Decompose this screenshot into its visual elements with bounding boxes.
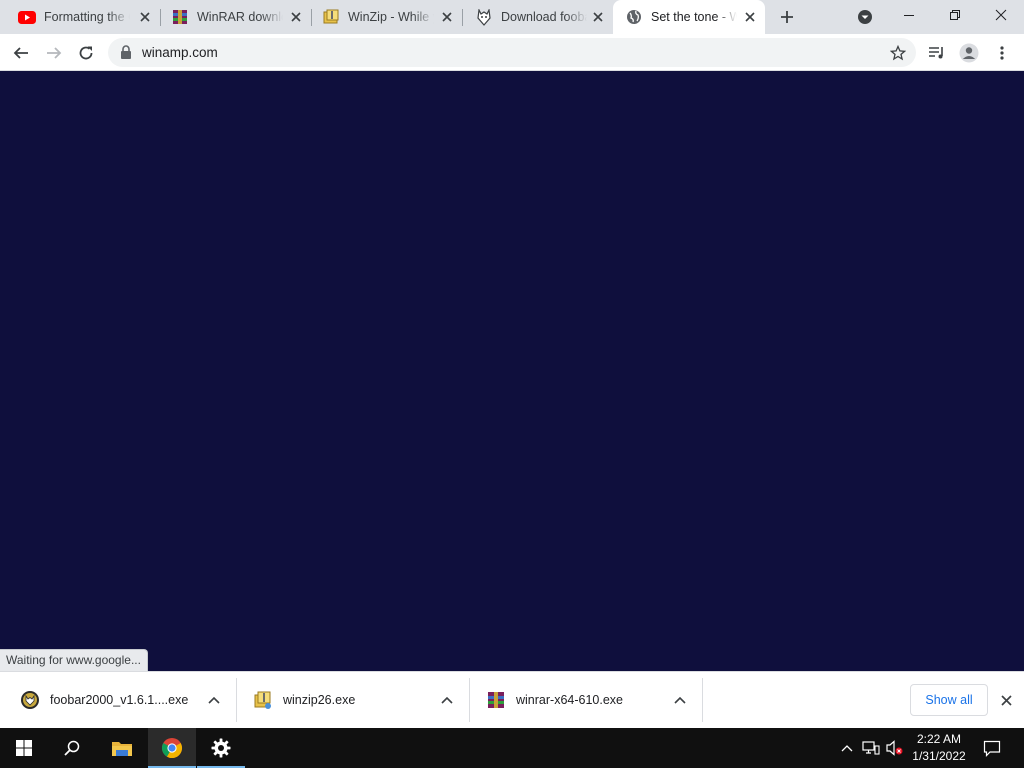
playlist-icon	[929, 47, 943, 59]
minimize-icon	[904, 15, 914, 16]
gear-icon	[211, 738, 231, 758]
foobar-icon	[475, 8, 493, 26]
close-icon[interactable]	[138, 10, 152, 24]
windows-logo-icon	[16, 740, 32, 756]
show-all-downloads-button[interactable]: Show all	[910, 684, 988, 716]
search-icon	[64, 740, 80, 756]
folder-icon	[112, 742, 132, 756]
arrow-left-icon	[13, 47, 28, 59]
star-icon	[890, 45, 906, 61]
download-filename: winrar-x64-610.exe	[516, 693, 623, 707]
globe-icon	[625, 8, 643, 26]
winrar-icon	[171, 8, 189, 26]
taskbar-file-explorer[interactable]	[98, 728, 146, 768]
taskbar-chrome[interactable]	[148, 728, 196, 768]
browser-toolbar: winamp.com	[0, 34, 1024, 71]
winzip-icon	[254, 691, 271, 709]
chevron-up-icon[interactable]	[672, 692, 688, 708]
start-button[interactable]	[0, 728, 48, 768]
download-item-winzip[interactable]: winzip26.exe	[235, 678, 468, 722]
download-item-winrar[interactable]: winrar-x64-610.exe	[468, 678, 701, 722]
windows-taskbar: 2:22 AM 1/31/2022	[0, 728, 1024, 768]
page-content: Waiting for www.google...	[0, 71, 1024, 671]
menu-button[interactable]	[989, 40, 1015, 66]
close-icon[interactable]	[591, 10, 605, 24]
clock-date: 1/31/2022	[912, 749, 966, 763]
download-filename: foobar2000_v1.6.1....exe	[50, 693, 189, 707]
youtube-icon	[18, 8, 36, 26]
kebab-menu-icon	[1000, 46, 1004, 60]
foobar-icon	[21, 691, 39, 709]
tab-title: WinRAR download	[197, 10, 283, 24]
tab-title: Set the tone - Winamp	[651, 10, 737, 24]
chevron-up-icon[interactable]	[439, 692, 455, 708]
restore-icon	[950, 10, 960, 20]
minimize-button[interactable]	[886, 0, 932, 30]
tab-youtube[interactable]: Formatting the Contents	[0, 0, 160, 34]
url-text[interactable]: winamp.com	[142, 45, 218, 60]
new-tab-button[interactable]	[776, 6, 798, 28]
chevron-up-icon[interactable]	[206, 692, 222, 708]
winrar-icon	[488, 692, 504, 708]
close-icon[interactable]	[289, 10, 303, 24]
tray-overflow-button[interactable]	[838, 728, 856, 768]
reload-icon	[79, 46, 93, 60]
action-center-button[interactable]	[978, 728, 1006, 768]
chevron-down-circle-icon	[858, 10, 872, 24]
tab-foobar[interactable]: Download foobar2000	[463, 0, 613, 34]
tray-network-button[interactable]	[860, 728, 882, 768]
chevron-up-icon	[841, 745, 853, 752]
tab-winzip[interactable]: WinZip - While you	[312, 0, 462, 34]
profile-button[interactable]	[956, 40, 982, 66]
plus-icon	[781, 11, 793, 23]
reload-button[interactable]	[73, 40, 99, 66]
taskbar-clock[interactable]: 2:22 AM 1/31/2022	[906, 731, 972, 765]
tab-winamp-active[interactable]: Set the tone - Winamp	[613, 0, 765, 34]
download-item-foobar[interactable]: foobar2000_v1.6.1....exe	[2, 678, 235, 722]
close-icon	[1000, 694, 1012, 706]
chrome-icon	[161, 738, 183, 759]
close-window-button[interactable]	[978, 0, 1024, 30]
restore-button[interactable]	[932, 0, 978, 30]
download-filename: winzip26.exe	[283, 693, 356, 707]
lock-icon	[121, 45, 131, 59]
media-controls-button[interactable]	[924, 40, 950, 66]
close-icon	[995, 9, 1007, 21]
volume-muted-icon	[886, 740, 903, 756]
tab-search-button[interactable]	[855, 7, 875, 27]
forward-button[interactable]	[41, 40, 67, 66]
tab-title: Formatting the Contents	[44, 10, 130, 24]
close-icon[interactable]	[743, 10, 757, 24]
tab-strip: Formatting the Contents WinRAR download …	[0, 0, 1024, 34]
close-icon[interactable]	[440, 10, 454, 24]
taskbar-search-button[interactable]	[48, 728, 96, 768]
tab-title: WinZip - While you	[348, 10, 434, 24]
bookmark-star-button[interactable]	[888, 43, 908, 63]
back-button[interactable]	[8, 40, 34, 66]
clock-time: 2:22 AM	[916, 732, 962, 746]
tab-winrar[interactable]: WinRAR download	[161, 0, 311, 34]
tray-volume-button[interactable]	[884, 728, 906, 768]
address-bar[interactable]: winamp.com	[108, 38, 916, 67]
arrow-right-icon	[47, 47, 62, 59]
notification-icon	[983, 740, 1001, 757]
avatar-icon	[959, 43, 979, 63]
download-separator	[702, 678, 703, 722]
winzip-icon	[322, 8, 340, 26]
tab-title: Download foobar2000	[501, 10, 587, 24]
close-shelf-button[interactable]	[997, 691, 1015, 709]
downloads-shelf: foobar2000_v1.6.1....exe winzip26.exe wi…	[0, 671, 1024, 728]
taskbar-settings[interactable]	[197, 728, 245, 768]
network-icon	[862, 741, 880, 755]
status-bubble: Waiting for www.google...	[0, 649, 148, 671]
